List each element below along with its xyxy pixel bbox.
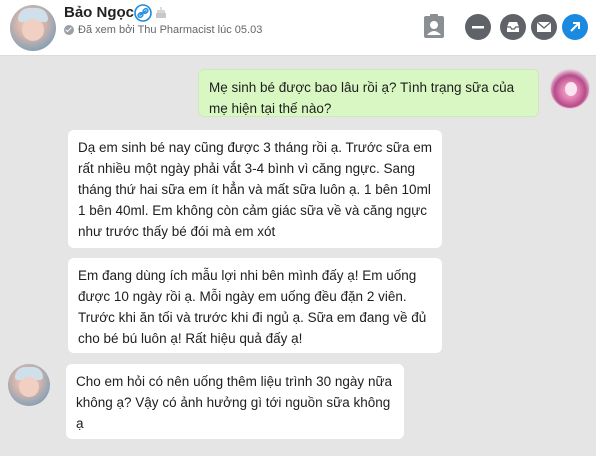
- message-incoming[interactable]: Dạ em sinh bé nay cũng được 3 tháng rồi …: [68, 130, 442, 248]
- cake-icon: [156, 7, 166, 18]
- my-avatar[interactable]: [550, 69, 590, 109]
- mail-button[interactable]: [531, 14, 557, 40]
- contact-name[interactable]: Bảo Ngọc: [64, 4, 134, 21]
- inbox-button[interactable]: [500, 14, 526, 40]
- link-badge-icon: [134, 4, 152, 22]
- chat-header: Bảo Ngọc Đã xem bởi Thu Pharmacist lúc 0…: [0, 0, 596, 56]
- sender-avatar[interactable]: [8, 364, 50, 406]
- avatar-face: [19, 377, 39, 397]
- profile-button[interactable]: [422, 13, 446, 39]
- contact-avatar[interactable]: [10, 5, 56, 51]
- seen-status-text: Đã xem bởi Thu Pharmacist lúc 05.03: [78, 24, 263, 36]
- message-incoming[interactable]: Em đang dùng ích mẫu lợi nhi bên mình đấ…: [68, 258, 442, 353]
- seen-status: Đã xem bởi Thu Pharmacist lúc 05.03: [64, 24, 262, 36]
- seen-check-icon: [64, 25, 74, 35]
- inbox-icon: [507, 22, 519, 32]
- avatar-flower: [565, 82, 577, 96]
- message-outgoing[interactable]: Mẹ sinh bé được bao lâu rồi ạ? Tình trạn…: [198, 69, 539, 117]
- open-external-icon: [570, 22, 580, 32]
- avatar-face: [22, 19, 44, 41]
- open-external-button[interactable]: [562, 14, 588, 40]
- message-incoming[interactable]: Cho em hỏi có nên uống thêm liệu trình 3…: [66, 364, 404, 439]
- contact-card-icon: [424, 14, 444, 38]
- mail-icon: [536, 21, 552, 32]
- minimize-button[interactable]: [465, 14, 491, 40]
- minus-icon: [472, 26, 484, 29]
